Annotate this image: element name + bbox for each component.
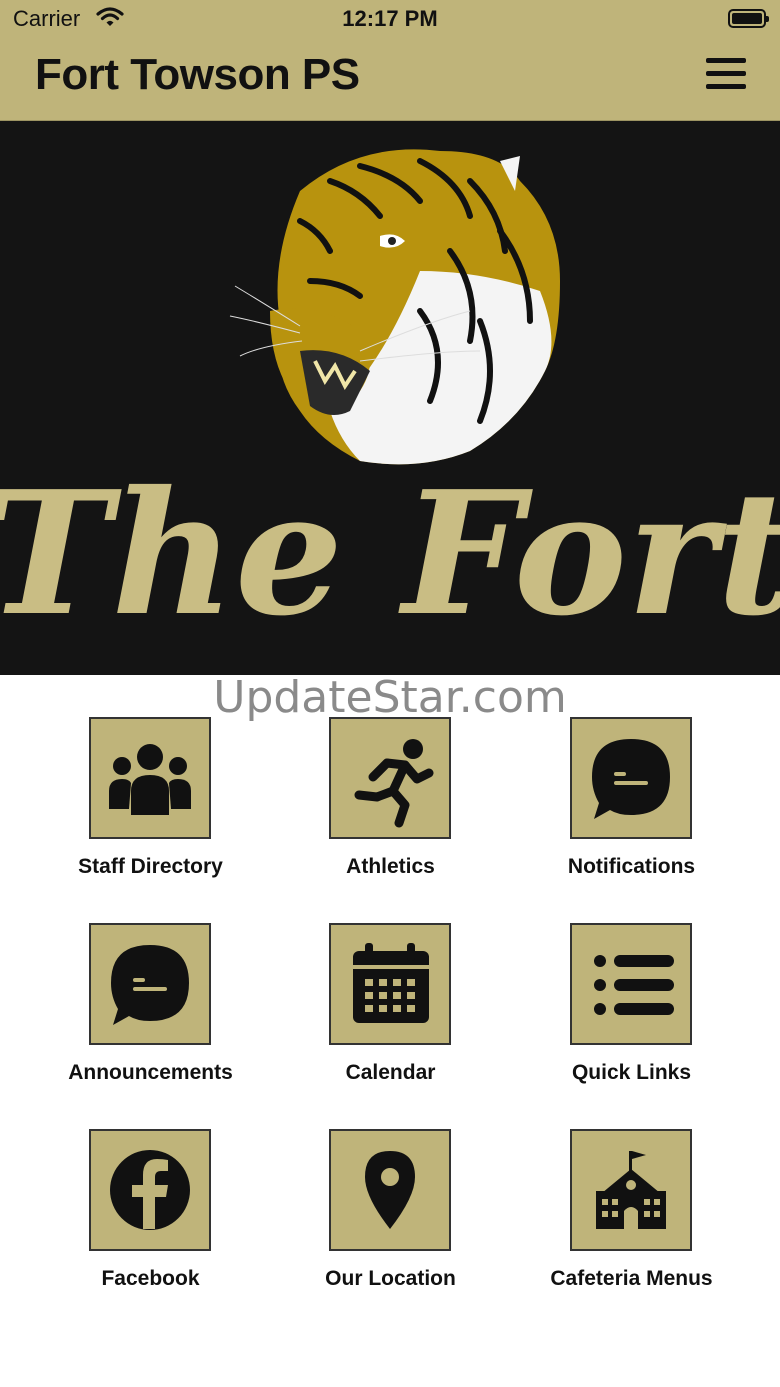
our-location-label: Our Location bbox=[325, 1267, 456, 1290]
app-header: Fort Towson PS bbox=[0, 40, 780, 121]
quick-links-label: Quick Links bbox=[571, 1061, 692, 1084]
status-bar: Carrier 12:17 PM bbox=[0, 0, 780, 40]
facebook-button[interactable]: Facebook bbox=[30, 1129, 271, 1329]
quick-links-button[interactable]: Quick Links bbox=[511, 923, 752, 1123]
notifications-button[interactable]: Notifications bbox=[511, 717, 752, 917]
calendar-label: Calendar bbox=[345, 1061, 436, 1084]
hero-banner: The Fort bbox=[0, 121, 780, 675]
facebook-label: Facebook bbox=[101, 1267, 200, 1290]
watermark: UpdateStar.com bbox=[213, 672, 567, 723]
athletics-label: Athletics bbox=[346, 855, 435, 878]
hamburger-icon bbox=[706, 58, 746, 63]
athletics-button[interactable]: Athletics bbox=[270, 717, 511, 917]
map-pin-icon bbox=[365, 1151, 415, 1229]
calendar-tile bbox=[329, 923, 451, 1045]
cafeteria-menus-button[interactable]: Cafeteria Menus bbox=[511, 1129, 752, 1329]
runner-icon bbox=[354, 739, 434, 828]
notifications-label: Notifications bbox=[567, 855, 696, 878]
hero-wordmark: The Fort bbox=[0, 454, 780, 654]
list-icon bbox=[594, 955, 674, 1015]
staff-directory-button[interactable]: Staff Directory bbox=[30, 717, 271, 917]
our-location-button[interactable]: Our Location bbox=[270, 1129, 511, 1329]
app-title: Fort Towson PS bbox=[35, 50, 360, 99]
clock-time: 12:17 PM bbox=[342, 6, 438, 31]
facebook-icon bbox=[110, 1150, 190, 1230]
our-location-tile bbox=[329, 1129, 451, 1251]
chat-bubble-icon bbox=[111, 945, 189, 1025]
athletics-tile bbox=[329, 717, 451, 839]
announcements-label: Announcements bbox=[68, 1061, 233, 1084]
battery-icon bbox=[728, 9, 769, 28]
cafeteria-menus-tile bbox=[570, 1129, 692, 1251]
calendar-button[interactable]: Calendar bbox=[270, 923, 511, 1123]
announcements-tile bbox=[89, 923, 211, 1045]
chat-bubble-icon bbox=[592, 739, 670, 819]
tiger-logo: The Fort bbox=[0, 149, 780, 654]
announcements-button[interactable]: Announcements bbox=[30, 923, 271, 1123]
staff-icon bbox=[109, 744, 191, 815]
hamburger-menu-button[interactable] bbox=[700, 54, 752, 94]
quick-links-tile bbox=[570, 923, 692, 1045]
facebook-tile bbox=[89, 1129, 211, 1251]
notifications-tile bbox=[570, 717, 692, 839]
staff-directory-label: Staff Directory bbox=[78, 855, 223, 878]
cafeteria-menus-label: Cafeteria Menus bbox=[550, 1267, 713, 1290]
staff-directory-tile bbox=[89, 717, 211, 839]
school-building-icon bbox=[596, 1151, 666, 1229]
calendar-icon bbox=[353, 943, 429, 1023]
